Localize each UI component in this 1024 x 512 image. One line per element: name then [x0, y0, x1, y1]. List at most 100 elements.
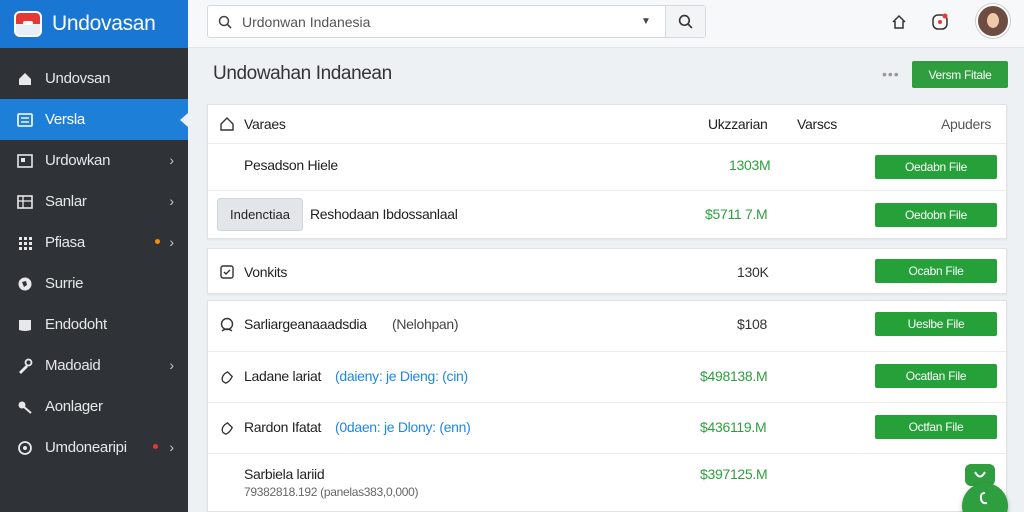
folder-icon [16, 316, 34, 334]
sidebar-item-undovsan[interactable]: Undovsan [0, 58, 188, 99]
column-header-1[interactable]: Ukzzarian [708, 116, 768, 132]
list-icon [16, 111, 34, 129]
open-file-button[interactable]: Oedabn File [875, 155, 997, 179]
search-icon [678, 14, 693, 29]
list-item[interactable]: Ladane lariat (daieny: je Dieng: (cin) $… [208, 351, 1006, 402]
wrench-icon [16, 357, 34, 375]
row-name: Vonkits [244, 264, 288, 280]
row-amount: $436119.M [700, 419, 767, 435]
row-amount: 130K [737, 264, 769, 280]
primary-action-button[interactable]: Versm Fitale [912, 61, 1008, 88]
open-file-button[interactable]: Octfan File [875, 415, 997, 439]
row-subtitle: 79382818.192 (panelas383,0,000) [244, 485, 419, 499]
avatar[interactable] [976, 4, 1010, 38]
sidebar-item-label: Urdowkan [45, 152, 111, 169]
row-name: Sarliargeanaaadsdia [244, 316, 367, 332]
row-amount: $5711 7.M [705, 206, 768, 222]
column-header-3[interactable]: Apuders [941, 116, 991, 132]
chevron-right-icon: › [169, 439, 174, 455]
tag-icon [218, 419, 236, 437]
refresh-icon [979, 492, 988, 505]
sidebar-item-label: Undovsan [45, 70, 111, 87]
app-logo [14, 11, 42, 37]
row-name: Rardon Ifatat [244, 419, 322, 435]
app-title: Undovasan [52, 12, 156, 35]
open-file-button[interactable]: Ocabn File [875, 259, 997, 283]
list-item[interactable]: Sarbiela lariid 79382818.192 (panelas383… [208, 453, 1006, 511]
top-bar: Urdonwan Indanesia ▼ [188, 0, 1024, 48]
row-amount: $108 [737, 316, 767, 332]
open-file-button[interactable]: Ocatlan File [875, 364, 997, 388]
key-icon [16, 398, 34, 416]
sidebar-item-endodoht[interactable]: Endodoht [0, 304, 188, 345]
sidebar-item-pfiasa[interactable]: Pfiasa › [0, 222, 188, 263]
open-file-button[interactable]: Ueslbe File [875, 312, 997, 336]
sidebar-item-madoaid[interactable]: Madoaid › [0, 345, 188, 386]
column-header-2[interactable]: Varscs [797, 116, 837, 132]
globe-icon [16, 275, 34, 293]
sidebar-item-label: Endodoht [45, 316, 107, 333]
sidebar-item-surrie[interactable]: Surrie [0, 263, 188, 304]
more-options-icon[interactable]: ••• [882, 66, 900, 82]
sidebar-item-versla[interactable]: Versla [0, 99, 188, 140]
sidebar-item-label: Surrie [45, 275, 84, 292]
row-name: Reshodaan Ibdossanlaal [310, 206, 458, 222]
search-button[interactable] [665, 6, 705, 37]
sidebar-item-sanlar[interactable]: Sanlar › [0, 181, 188, 222]
notification-dot [155, 239, 160, 244]
list-item[interactable]: Rardon Ifatat (0daen: je Dlony: (enn) $4… [208, 402, 1006, 453]
table-row[interactable]: Indenctiaa Reshodaan Ibdossanlaal $5711 … [208, 190, 1006, 239]
home-icon[interactable] [888, 11, 910, 33]
files-table-card: Varaes Ukzzarian Varscs Apuders Pesadson… [207, 104, 1007, 239]
sidebar-item-umdonearipi[interactable]: Umdonearipi › [0, 427, 188, 468]
row-name: Sarbiela lariid [244, 466, 325, 482]
sidebar-item-label: Umdonearipi [45, 439, 127, 456]
list-item[interactable]: Sarliargeanaaadsdia (Nelohpan) $108 Uesl… [208, 301, 1006, 351]
page-title: Undowahan Indanean [213, 63, 392, 84]
checkbox-icon[interactable] [218, 263, 236, 281]
table-header: Varaes Ukzzarian Varscs Apuders [208, 105, 1006, 143]
chevron-right-icon: › [169, 357, 174, 373]
settings-icon [16, 439, 34, 457]
notification-icon[interactable] [929, 11, 951, 33]
search-icon [208, 15, 242, 29]
notification-dot [153, 444, 158, 449]
user-icon [218, 316, 236, 334]
chevron-right-icon: › [169, 234, 174, 250]
search-input[interactable]: Urdonwan Indanesia [242, 14, 641, 30]
sidebar-item-label: Pfiasa [45, 234, 85, 251]
chevron-down-icon[interactable]: ▼ [641, 16, 665, 27]
open-file-button[interactable]: Oedobn File [875, 203, 997, 227]
column-header-name[interactable]: Varaes [244, 116, 286, 132]
row-amount: $397125.M [700, 466, 768, 482]
row-amount: $498138.M [700, 368, 768, 384]
row-extra: (Nelohpan) [392, 316, 459, 332]
row-link[interactable]: (daieny: je Dieng: (cin) [335, 368, 468, 384]
home-icon [218, 115, 236, 133]
sidebar-item-label: Sanlar [45, 193, 87, 210]
sidebar-item-label: Aonlager [45, 398, 103, 415]
brand-bar[interactable]: Undovasan [0, 0, 188, 48]
table-row[interactable]: Pesadson Hiele 1303M Oedabn File [208, 143, 1006, 190]
tag-icon [218, 368, 236, 386]
apps-icon [16, 234, 34, 252]
sidebar-item-urdowkan[interactable]: Urdowkan › [0, 140, 188, 181]
sidebar-nav: Undovsan Versla Urdowkan › Sanlar › Pfia… [0, 58, 188, 468]
summary-card: Vonkits 130K Ocabn File [207, 248, 1007, 294]
region-tag[interactable]: Indenctiaa [217, 198, 303, 231]
row-name: Pesadson Hiele [244, 157, 338, 173]
chevron-right-icon: › [169, 193, 174, 209]
search-box[interactable]: Urdonwan Indanesia ▼ [207, 5, 706, 38]
sidebar-item-aonlager[interactable]: Aonlager [0, 386, 188, 427]
refresh-icon [974, 471, 986, 478]
table-icon [16, 193, 34, 211]
items-card: Sarliargeanaaadsdia (Nelohpan) $108 Uesl… [207, 300, 1007, 512]
sidebar-item-label: Versla [45, 111, 85, 128]
home-icon [16, 70, 34, 88]
row-link[interactable]: (0daen: je Dlony: (enn) [335, 419, 471, 435]
grid-icon [16, 152, 34, 170]
sidebar-item-label: Madoaid [45, 357, 101, 374]
sidebar: Undovasan Undovsan Versla Urdowkan › San… [0, 0, 188, 512]
chevron-right-icon: › [169, 152, 174, 168]
row-name: Ladane lariat [244, 368, 322, 384]
